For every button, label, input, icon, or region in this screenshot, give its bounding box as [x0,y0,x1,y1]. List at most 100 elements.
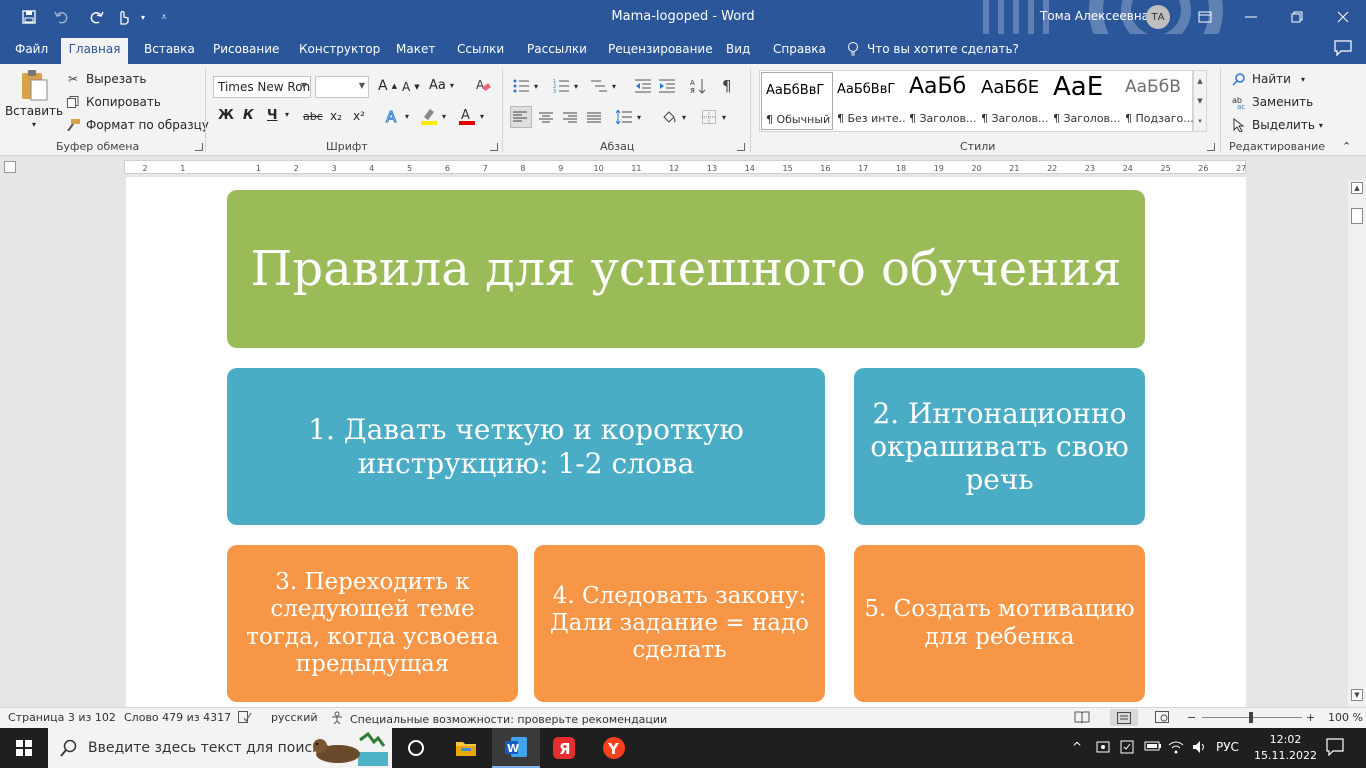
tab-draw[interactable]: Рисование [213,42,279,56]
taskbar-search-input[interactable]: Введите здесь текст для поиска [48,728,392,768]
print-layout-icon[interactable] [1110,709,1138,726]
tray-shield-icon[interactable] [1120,740,1134,757]
style-heading-2[interactable]: АаБбЕ ¶ Заголов... [977,72,1049,130]
subscript-button[interactable]: x₂ [330,109,342,123]
zoom-in-icon[interactable]: + [1306,711,1315,724]
font-name-combo[interactable]: Times New Ron ▼ [213,76,311,98]
font-color-button[interactable]: A ▾ [458,107,484,125]
read-mode-icon[interactable] [1074,711,1090,723]
tell-me-search[interactable]: Что вы хотите сделать? [847,41,1019,57]
page[interactable]: Правила для успешного обучения 1. Давать… [126,177,1246,707]
underline-button[interactable]: Ч [267,108,278,123]
superscript-button[interactable]: x² [353,109,365,123]
word-app-icon[interactable]: W [492,728,540,768]
task-view-icon[interactable] [392,728,440,768]
find-button[interactable]: Найти ▾ [1230,70,1305,88]
web-layout-icon[interactable] [1155,711,1169,723]
smartart-rule-3[interactable]: 3. Переходить к следующей теме тогда, ко… [227,545,518,702]
ribbon-display-options-icon[interactable] [1182,0,1228,34]
word-count[interactable]: Слово 479 из 4317 [124,711,231,724]
replace-button[interactable]: ab ac Заменить [1230,93,1313,111]
align-left-button[interactable] [510,106,532,128]
increase-indent-button[interactable] [658,77,676,95]
format-painter-button[interactable]: Формат по образцу [64,116,209,134]
bullets-button[interactable]: ▾ [512,77,538,95]
copy-button[interactable]: Копировать [64,93,161,111]
align-center-button[interactable] [537,109,555,127]
tab-selector[interactable] [4,161,16,173]
style-heading-1[interactable]: АаБб ¶ Заголов... [905,72,977,130]
restore-icon[interactable] [1274,0,1320,34]
customize-qat-icon[interactable]: ⩡ [153,7,175,27]
tab-insert[interactable]: Вставка [144,42,195,56]
more-icon[interactable]: ▾ [1198,117,1202,125]
tab-layout[interactable]: Макет [396,42,435,56]
collapse-ribbon-icon[interactable]: ⌃ [1342,140,1351,153]
zoom-slider-thumb[interactable] [1249,712,1253,723]
borders-button[interactable]: ▾ [700,108,726,126]
clipboard-launcher-icon[interactable] [195,143,203,151]
shading-button[interactable]: ▾ [660,108,686,126]
file-explorer-icon[interactable] [442,728,490,768]
numbering-button[interactable]: 1 2 3 ▾ [552,77,578,95]
tab-design[interactable]: Конструктор [299,42,380,56]
smartart-title-shape[interactable]: Правила для успешного обучения [227,190,1145,348]
user-name[interactable]: Тома Алексеевна [1040,9,1149,23]
style-no-spacing[interactable]: АаБбВвГ ¶ Без инте... [833,72,905,130]
paragraph-launcher-icon[interactable] [737,143,745,151]
styles-launcher-icon[interactable] [1207,143,1215,151]
paste-button[interactable]: Вставить ▾ [5,68,63,129]
show-formatting-button[interactable]: ¶ [722,77,732,95]
cut-button[interactable]: ✂ Вырезать [64,70,147,88]
horizontal-ruler[interactable]: 2 1 1 2 3 4 5 6 7 8 9 10 11 12 13 14 15 16 17 18 19 20 21 22 23 2… [124,160,1246,174]
save-icon[interactable] [18,7,40,27]
styles-scroll[interactable]: ▲ ▼ ▾ [1193,70,1207,132]
highlight-button[interactable]: ▾ [420,107,446,125]
justify-button[interactable] [585,109,603,127]
scroll-up-icon[interactable]: ▲ [1351,182,1363,194]
scroll-thumb[interactable] [1351,208,1363,224]
font-launcher-icon[interactable] [490,143,498,151]
smartart-rule-1[interactable]: 1. Давать четкую и короткую инструкцию: … [227,368,825,525]
chevron-up-icon[interactable]: ^ [1072,740,1082,754]
volume-icon[interactable] [1192,740,1208,757]
shrink-font-button[interactable]: A ▼ [402,80,420,94]
clock[interactable]: 12:02 15.11.2022 [1254,732,1317,764]
line-spacing-button[interactable]: ▾ [615,108,641,126]
smartart-rule-2[interactable]: 2. Интонационно окрашивать свою речь [854,368,1145,525]
bold-button[interactable]: Ж [218,108,234,123]
clear-formatting-button[interactable]: A [474,76,492,94]
accessibility-status[interactable]: Специальные возможности: проверьте реком… [331,711,667,728]
undo-icon[interactable] [50,7,72,27]
tab-references[interactable]: Ссылки [457,42,504,56]
strikethrough-button[interactable]: abc [303,110,323,123]
yandex-icon[interactable]: Я [540,728,588,768]
multilevel-list-button[interactable]: ▾ [590,77,616,95]
zoom-out-icon[interactable]: − [1187,711,1196,724]
tab-home[interactable]: Главная [61,38,128,64]
avatar[interactable]: ТА [1146,5,1170,29]
align-right-button[interactable] [561,109,579,127]
style-subtitle[interactable]: АаБбВ ¶ Подзаго... [1121,72,1193,130]
comments-icon[interactable] [1334,40,1352,59]
tab-file[interactable]: Файл [15,42,48,56]
chevron-down-icon[interactable]: ▾ [132,7,154,27]
tab-view[interactable]: Вид [726,42,750,56]
sort-button[interactable]: AЯ [689,77,707,95]
tab-review[interactable]: Рецензирование [608,42,713,56]
select-button[interactable]: Выделить ▾ [1230,116,1323,134]
minimize-icon[interactable] [1228,0,1274,34]
keyboard-language[interactable]: РУС [1216,740,1239,754]
smartart-rule-4[interactable]: 4. Следовать закону: Дали задание = надо… [534,545,825,702]
smartart-rule-5[interactable]: 5. Создать мотивацию для ребенка [854,545,1145,702]
page-count[interactable]: Страница 3 из 102 [8,711,116,724]
tab-help[interactable]: Справка [773,42,826,56]
style-heading-3[interactable]: АаЕ ¶ Заголов... [1049,72,1121,130]
chevron-down-icon[interactable]: ▼ [1197,97,1202,105]
scroll-down-icon[interactable]: ▼ [1351,689,1363,701]
chevron-up-icon[interactable]: ▲ [1197,77,1202,85]
change-case-button[interactable]: Aa ▾ [429,78,454,93]
redo-icon[interactable] [86,7,108,27]
italic-button[interactable]: К [243,108,254,123]
zoom-level[interactable]: 100 % [1328,711,1363,724]
